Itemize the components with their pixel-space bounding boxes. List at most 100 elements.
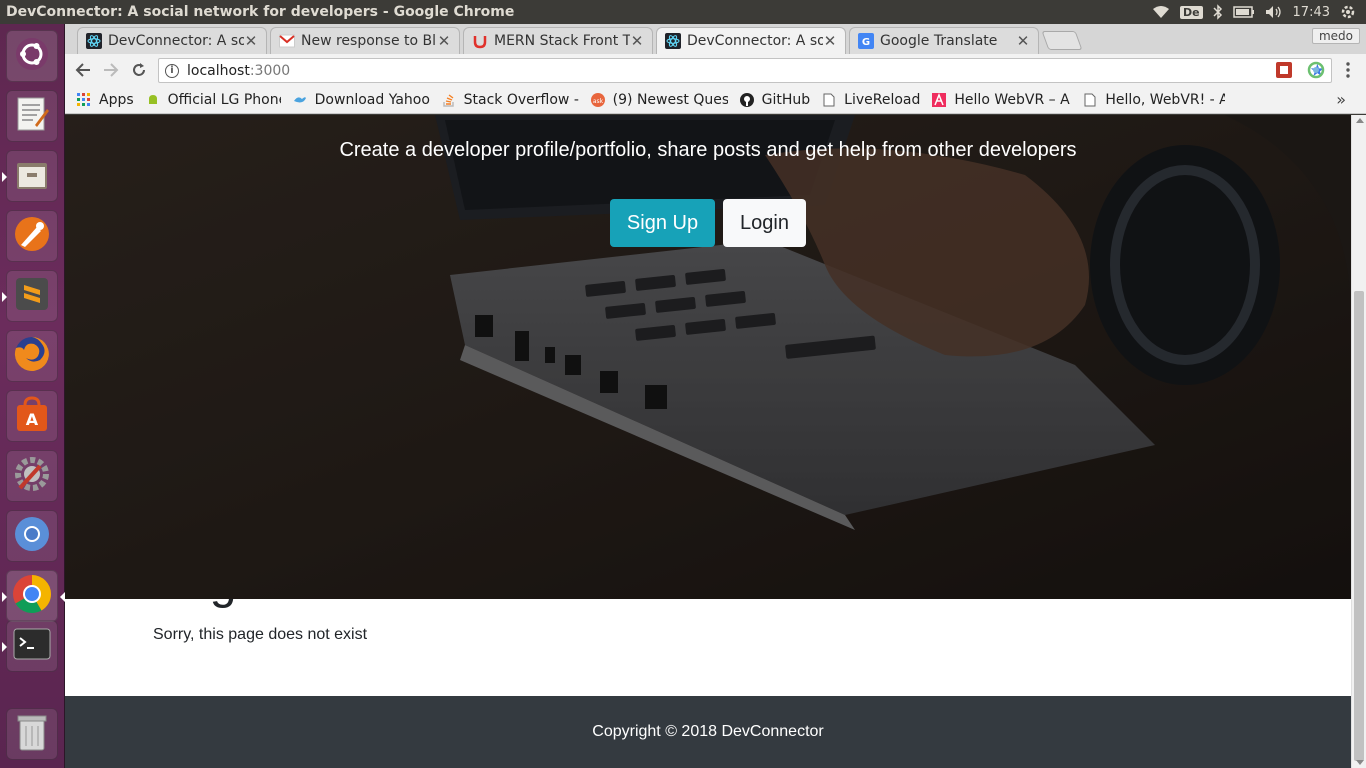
launcher-chromium[interactable] <box>6 510 58 562</box>
udemy-icon <box>472 33 488 49</box>
address-bar[interactable]: i localhost:3000 ★ <box>158 58 1332 83</box>
bird-icon <box>293 93 307 107</box>
close-tab-icon[interactable]: ✕ <box>823 32 837 50</box>
dark-overlay <box>65 115 1351 599</box>
launcher-text-editor[interactable] <box>6 90 58 142</box>
bookmark-yahoo[interactable]: Download Yahoo <box>293 92 430 108</box>
tab-devconnector-1[interactable]: DevConnector: A so ✕ <box>77 27 267 54</box>
bluetooth-icon[interactable] <box>1213 4 1223 20</box>
tab-udemy[interactable]: MERN Stack Front T ✕ <box>463 27 653 54</box>
github-icon <box>739 93 754 107</box>
bookmarks-overflow-button[interactable]: » <box>1336 90 1346 109</box>
browser-toolbar: i localhost:3000 ★ <box>65 54 1366 87</box>
close-tab-icon[interactable]: ✕ <box>244 32 258 50</box>
bookmark-hello-webvr[interactable]: Hello WebVR – A <box>932 92 1071 108</box>
ubuntu-dash-button[interactable] <box>6 30 58 82</box>
scrollbar-thumb[interactable] <box>1354 291 1364 761</box>
tab-gmail[interactable]: New response to Bl ✕ <box>270 27 460 54</box>
tab-devconnector-active[interactable]: DevConnector: A so ✕ <box>656 27 846 54</box>
launcher-system-settings[interactable] <box>6 450 58 502</box>
url-host: localhost <box>187 62 250 79</box>
bookmark-stack-overflow[interactable]: Stack Overflow - <box>442 92 579 108</box>
url-port: :3000 <box>249 62 291 79</box>
svg-text:A: A <box>26 410 39 429</box>
android-icon <box>146 93 160 107</box>
power-gear-icon[interactable] <box>1340 4 1356 20</box>
back-arrow-icon <box>75 63 90 77</box>
footer: Copyright © 2018 DevConnector <box>65 696 1351 768</box>
chromium-icon <box>12 514 52 558</box>
extension-circle-icon <box>1307 61 1325 79</box>
battery-icon[interactable] <box>1232 6 1255 18</box>
tab-title: MERN Stack Front T <box>494 33 630 49</box>
ubuntu-logo-icon <box>14 36 50 76</box>
close-tab-icon[interactable]: ✕ <box>630 32 644 50</box>
launcher-software-center[interactable]: A <box>6 390 58 442</box>
bookmark-newest-questions[interactable]: ask (9) Newest Ques <box>590 92 728 108</box>
launcher-trash[interactable] <box>6 708 58 760</box>
files-icon <box>13 155 51 197</box>
close-tab-icon[interactable]: ✕ <box>437 32 451 50</box>
landing-lead-text: Create a developer profile/portfolio, sh… <box>339 139 1077 161</box>
close-tab-icon[interactable]: ✕ <box>1016 32 1030 50</box>
page-viewport: Page Not Found Sorry, this page does not… <box>65 115 1351 768</box>
sublime-icon <box>13 275 51 317</box>
launcher: A <box>0 24 65 768</box>
reload-icon <box>133 63 145 76</box>
launcher-firefox[interactable] <box>6 330 58 382</box>
bookmark-lg-phone[interactable]: Official LG Phone <box>146 92 281 108</box>
page-icon <box>822 93 836 107</box>
bookmark-github[interactable]: GitHub <box>739 92 810 108</box>
top-panel: DevConnector: A social network for devel… <box>0 0 1366 24</box>
extension-button[interactable] <box>1306 60 1326 80</box>
page-icon <box>1083 93 1097 107</box>
tab-title: Google Translate <box>880 33 998 49</box>
signup-button[interactable]: Sign Up <box>610 199 715 247</box>
tab-title: DevConnector: A so <box>108 33 244 49</box>
apps-grid-icon <box>77 93 91 107</box>
site-info-icon[interactable]: i <box>165 63 179 78</box>
launcher-terminal[interactable] <box>2 620 58 672</box>
launcher-inkscape[interactable] <box>6 210 58 262</box>
volume-icon[interactable] <box>1265 5 1283 19</box>
tab-strip: DevConnector: A so ✕ New response to Bl … <box>65 24 1366 54</box>
copyright-text: Copyright © 2018 DevConnector <box>592 723 824 740</box>
settings-icon <box>12 454 52 498</box>
profile-button[interactable]: medo <box>1311 28 1360 44</box>
not-found-text: Sorry, this page does not exist <box>153 626 368 643</box>
launcher-sublime-text[interactable] <box>2 270 58 322</box>
bookmark-livereload[interactable]: LiveReload <box>822 92 920 108</box>
clock[interactable]: 17:43 <box>1293 5 1330 20</box>
trash-icon <box>14 712 50 756</box>
terminal-icon <box>12 626 52 666</box>
bookmarks-bar: Apps Official LG Phone Download Yahoo St… <box>65 87 1366 114</box>
login-button[interactable]: Login <box>723 199 806 247</box>
text-editor-icon <box>13 95 51 137</box>
reload-button[interactable] <box>125 56 153 84</box>
react-icon <box>86 33 102 49</box>
scroll-up-arrow-icon[interactable] <box>1356 118 1364 123</box>
bookmark-hello-webvr-2[interactable]: Hello, WebVR! - A <box>1083 92 1225 108</box>
scroll-down-arrow-icon[interactable] <box>1356 760 1364 765</box>
tab-google-translate[interactable]: G Google Translate ✕ <box>849 27 1039 54</box>
forward-button[interactable] <box>97 56 125 84</box>
chrome-icon <box>11 573 53 619</box>
menu-dots-icon <box>1346 62 1350 78</box>
svg-text:G: G <box>862 37 870 48</box>
svg-text:ask: ask <box>593 98 604 105</box>
stackoverflow-icon <box>442 93 456 107</box>
keyboard-layout-indicator[interactable]: De <box>1179 5 1203 19</box>
bookmark-apps[interactable]: Apps <box>77 92 134 108</box>
back-button[interactable] <box>69 56 97 84</box>
launcher-files[interactable] <box>2 150 58 202</box>
launcher-google-chrome[interactable] <box>2 570 65 622</box>
software-center-icon: A <box>13 395 51 437</box>
page-scrollbar[interactable] <box>1351 115 1366 768</box>
forward-arrow-icon <box>104 63 119 77</box>
gmail-icon <box>279 33 295 49</box>
chrome-menu-button[interactable] <box>1338 60 1358 80</box>
extension-button[interactable] <box>1274 60 1294 80</box>
translate-icon: G <box>858 33 874 49</box>
new-tab-button[interactable] <box>1041 31 1083 50</box>
wifi-icon[interactable] <box>1152 5 1170 19</box>
